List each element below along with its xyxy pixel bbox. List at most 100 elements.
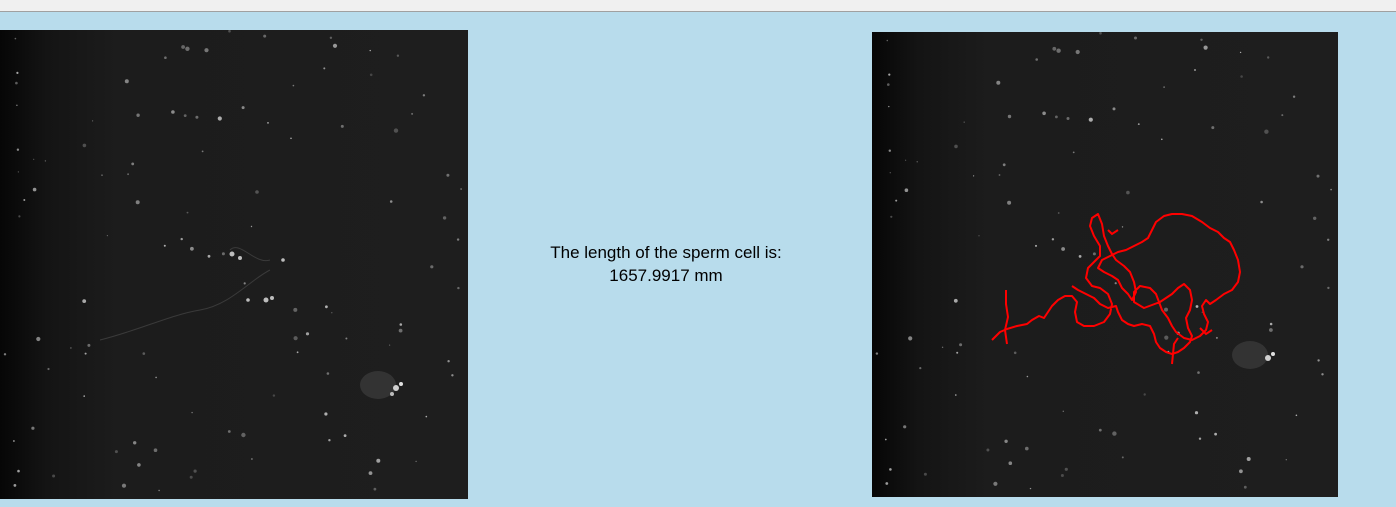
speck <box>180 237 183 241</box>
speck <box>1007 114 1012 119</box>
speck <box>292 84 295 87</box>
speck <box>1008 461 1013 466</box>
speck <box>272 394 276 397</box>
speck <box>1269 328 1273 332</box>
speck <box>15 81 18 85</box>
speck <box>442 216 447 220</box>
speck <box>908 336 913 341</box>
speck <box>1088 117 1093 122</box>
speck <box>171 110 175 114</box>
speck <box>1055 115 1058 119</box>
speck <box>411 112 414 115</box>
speck <box>923 472 927 476</box>
speck <box>425 415 428 418</box>
speck <box>1264 129 1269 134</box>
speck <box>36 336 41 342</box>
speck <box>17 469 20 473</box>
speck <box>18 215 21 218</box>
speck <box>87 343 91 347</box>
speck <box>1269 322 1273 326</box>
speck <box>1316 174 1320 178</box>
speck <box>1052 46 1057 51</box>
speck <box>393 128 399 133</box>
speck <box>47 367 50 371</box>
speck <box>1163 86 1165 88</box>
speck <box>1317 359 1320 362</box>
speck <box>293 307 298 312</box>
speck <box>1092 252 1096 256</box>
speck <box>23 199 26 201</box>
speck <box>1035 58 1038 61</box>
speck <box>1300 265 1304 269</box>
speck <box>228 30 231 33</box>
speck <box>1072 151 1075 154</box>
speck <box>106 235 108 237</box>
speck <box>1121 226 1124 228</box>
speck <box>189 475 193 479</box>
speck <box>131 162 135 166</box>
speck <box>889 468 892 471</box>
window-toolbar-edge <box>0 0 1396 12</box>
speck <box>447 360 450 363</box>
speck <box>460 188 462 190</box>
speck <box>373 487 377 491</box>
speck <box>1211 126 1215 130</box>
speck <box>255 190 259 194</box>
speck <box>1161 138 1163 141</box>
speck <box>1051 238 1055 241</box>
speck <box>887 83 890 86</box>
speck <box>217 116 222 121</box>
speck <box>1281 114 1284 117</box>
speck <box>1098 428 1102 432</box>
speck <box>121 483 127 488</box>
speck <box>885 482 889 485</box>
speck <box>207 254 211 258</box>
speck <box>993 481 998 486</box>
speck <box>1143 393 1146 396</box>
speck <box>963 121 965 123</box>
speck <box>389 344 391 346</box>
speck <box>888 73 891 76</box>
speck <box>267 122 269 124</box>
speck <box>953 298 958 303</box>
speck <box>1246 457 1251 461</box>
speck <box>369 49 371 52</box>
speck <box>332 43 338 48</box>
speck <box>916 161 918 163</box>
speck <box>1313 216 1317 220</box>
speck <box>889 172 891 174</box>
speck <box>32 187 37 192</box>
speck <box>329 36 333 39</box>
speck <box>1057 212 1060 214</box>
speck <box>324 412 328 416</box>
speck <box>973 175 975 177</box>
speck <box>1013 351 1017 355</box>
speck <box>456 238 460 241</box>
speck <box>195 115 199 119</box>
speck <box>422 94 426 97</box>
speck <box>13 484 17 487</box>
speck <box>1112 431 1117 436</box>
speck <box>250 225 253 228</box>
speck <box>135 200 140 205</box>
speck <box>1292 95 1296 98</box>
speck <box>127 173 129 176</box>
speck <box>305 332 310 336</box>
figure-window: The length of the sperm cell is: 1657.99… <box>0 0 1396 507</box>
speck <box>1134 36 1137 40</box>
sperm-length-result: The length of the sperm cell is: 1657.99… <box>516 241 816 287</box>
speck <box>92 120 94 122</box>
speck <box>954 144 958 149</box>
speck <box>1295 414 1298 417</box>
speck <box>191 411 193 414</box>
speck <box>33 158 35 160</box>
speck <box>183 114 187 117</box>
speck <box>31 426 35 430</box>
speck <box>1066 117 1070 120</box>
speck <box>181 45 186 49</box>
speck <box>430 265 434 269</box>
speck <box>328 439 331 442</box>
result-value: 1657.9917 mm <box>609 266 723 285</box>
speck <box>17 171 20 173</box>
speck <box>998 174 1001 176</box>
